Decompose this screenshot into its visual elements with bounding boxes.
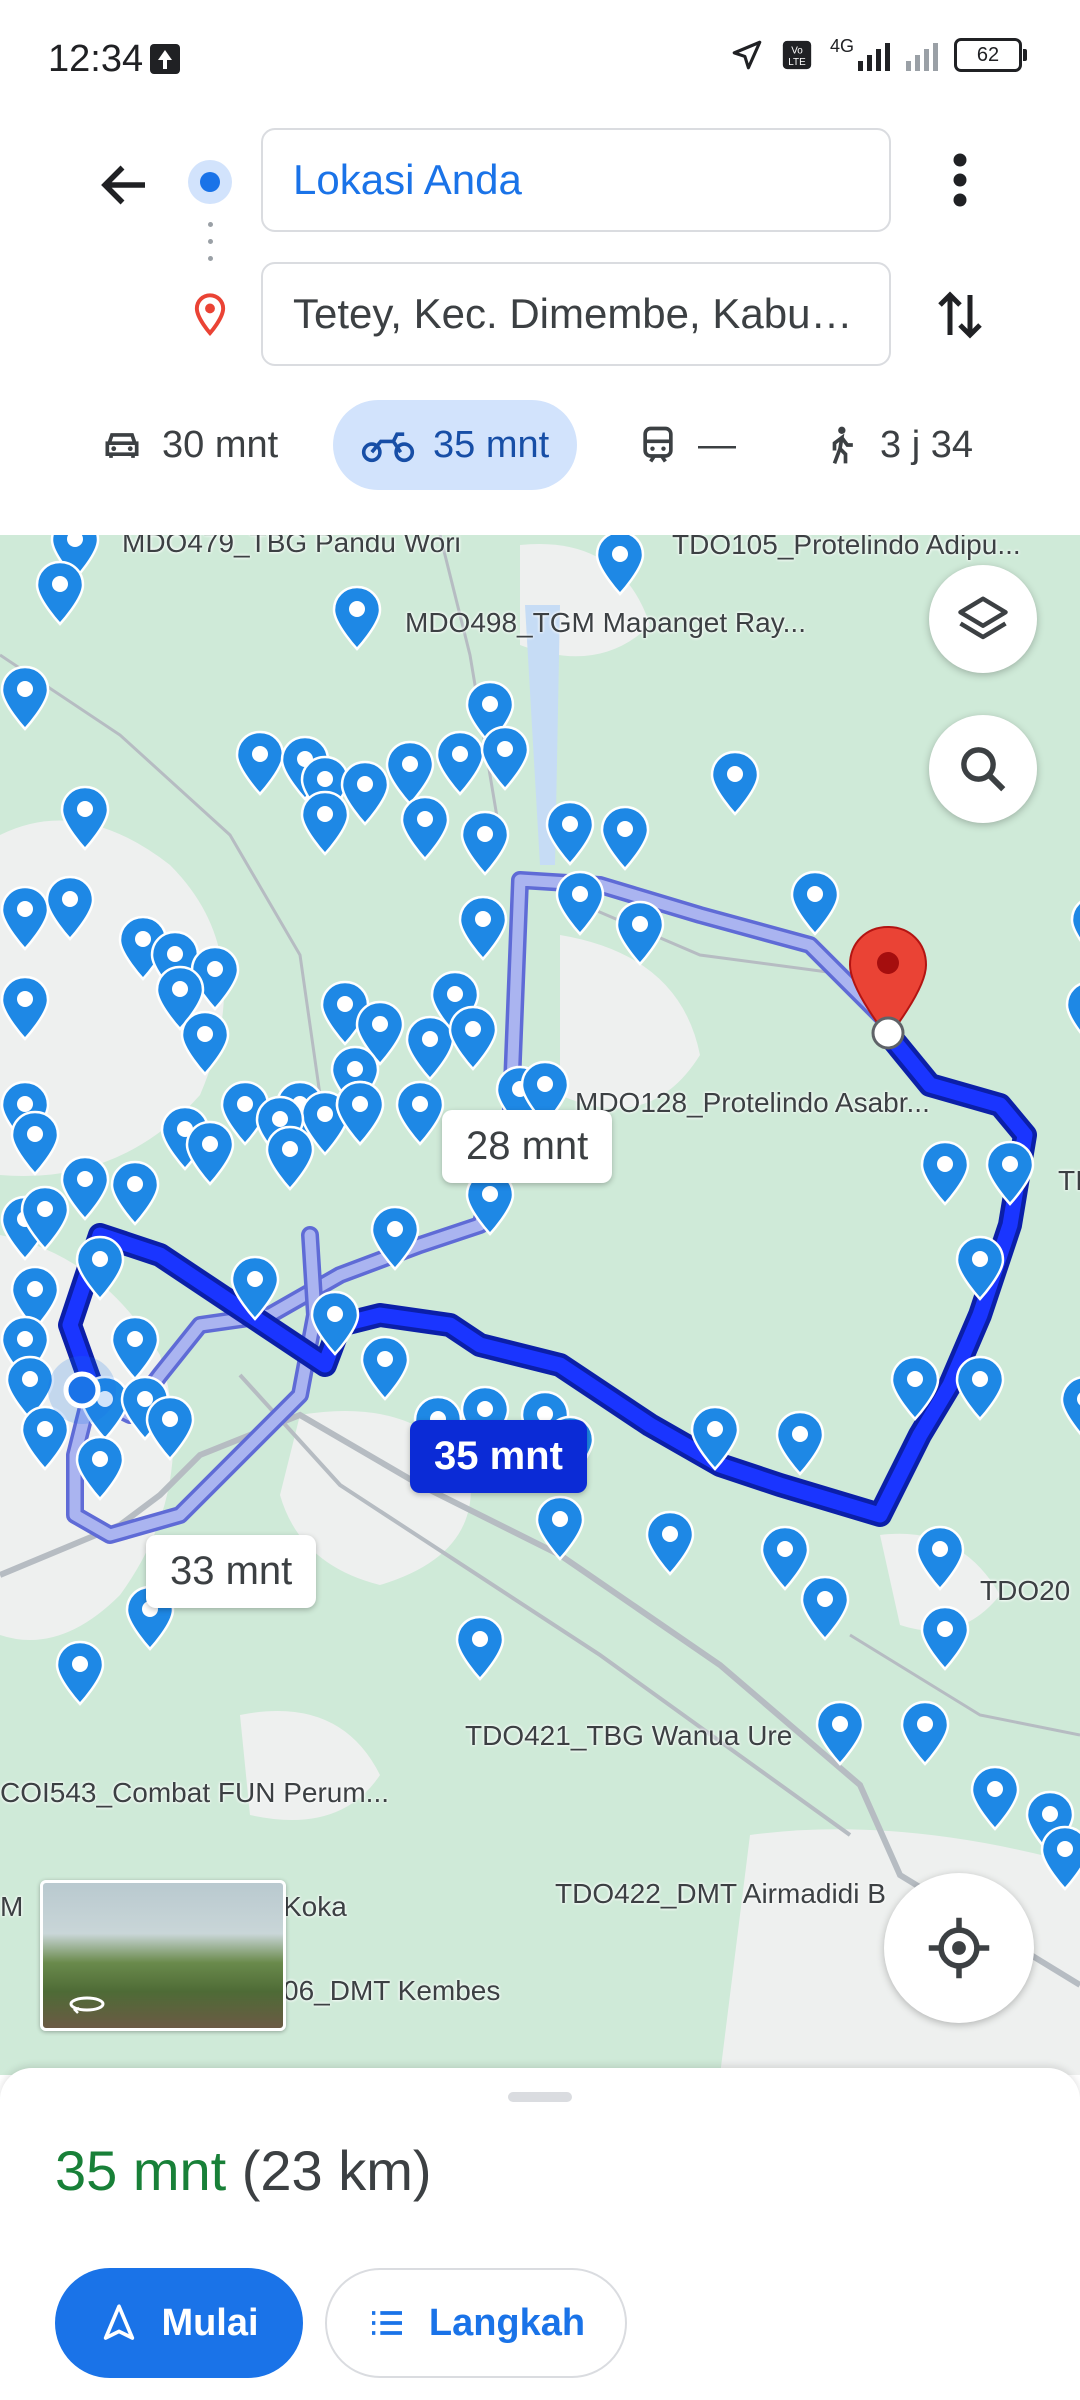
- layers-button[interactable]: [929, 565, 1037, 673]
- map-label: MDO498_TGM Mapanget Ray...: [405, 607, 806, 638]
- motorcycle-icon: [361, 432, 415, 463]
- map-label: M: [0, 1891, 24, 1922]
- list-icon: [371, 2311, 402, 2335]
- more-options-icon[interactable]: [935, 150, 985, 210]
- battery-icon: 62: [954, 38, 1027, 72]
- svg-text:Vo: Vo: [791, 46, 803, 57]
- selected-route-time-bubble[interactable]: 35 mnt: [410, 1420, 587, 1493]
- back-arrow-icon[interactable]: [95, 155, 155, 215]
- location-arrow-icon: [732, 40, 762, 70]
- mode-transit-time: —: [698, 423, 736, 466]
- status-time: 12:34: [48, 38, 144, 80]
- start-label: Mulai: [161, 2301, 259, 2344]
- mode-walk-time: 3 j 34: [880, 423, 973, 466]
- map-label: TDO105_Protelindo Adipu...: [672, 535, 1021, 560]
- car-icon: [105, 433, 139, 458]
- volte-icon: VoLTE: [782, 40, 812, 70]
- destination-field[interactable]: Tetey, Kec. Dimembe, Kabupaten Minahasa …: [261, 262, 891, 366]
- swap-icon[interactable]: [930, 285, 990, 345]
- map-view[interactable]: MDO479_TBG Pandu Wori TDO105_Protelindo …: [0, 535, 1080, 2075]
- current-location-dot: [63, 1371, 101, 1409]
- my-location-icon: [928, 1917, 990, 1979]
- mode-motorcycle[interactable]: 35 mnt: [333, 400, 578, 490]
- navigation-arrow-icon: [104, 2304, 135, 2340]
- upload-notification-icon: [150, 44, 180, 74]
- route-dots: [208, 222, 213, 273]
- alt-route-time-bubble[interactable]: 28 mnt: [442, 1110, 613, 1183]
- steps-label: Langkah: [428, 2301, 586, 2344]
- map-label: TDO422_DMT Airmadidi B: [555, 1878, 886, 1909]
- route-distance: (23 km): [241, 2139, 432, 2202]
- destination-pin-icon: [194, 293, 226, 337]
- travel-modes: 30 mnt 35 mnt — 3 j 34: [0, 400, 1080, 500]
- mode-transit[interactable]: —: [636, 400, 736, 490]
- map-label: TDO20: [980, 1575, 1071, 1606]
- map-label: Koka: [283, 1891, 347, 1922]
- train-icon: [643, 426, 673, 463]
- search-along-route-button[interactable]: [929, 715, 1037, 823]
- status-bar: 12:34 Vo LTE 4G 62: [0, 0, 1080, 110]
- origin-field[interactable]: Lokasi Anda: [261, 128, 891, 232]
- my-location-button[interactable]: [884, 1873, 1034, 2023]
- street-view-rotate-icon: [69, 1996, 105, 2014]
- origin-dot-icon: [188, 160, 232, 204]
- route-duration: 35 mnt: [55, 2139, 227, 2202]
- destination-marker: [848, 925, 928, 1050]
- sheet-drag-handle[interactable]: [508, 2092, 572, 2102]
- walk-icon: [832, 426, 853, 464]
- map-label: MDO128_Protelindo Asabr...: [575, 1087, 930, 1118]
- map-label: COI543_Combat FUN Perum...: [0, 1777, 390, 1808]
- layers-icon: [958, 596, 1008, 640]
- mode-walk[interactable]: 3 j 34: [818, 400, 973, 490]
- alt-route-time-bubble[interactable]: 33 mnt: [146, 1535, 317, 1608]
- signal-2-icon: [906, 39, 938, 71]
- map-label: TI: [1058, 1165, 1080, 1196]
- map-canvas: [0, 535, 1080, 2075]
- route-summary-sheet: 35 mnt (23 km) Mulai Langkah: [0, 2068, 1080, 2400]
- mode-motorcycle-time: 35 mnt: [433, 423, 550, 466]
- map-label: MDO479_TBG Pandu Wori: [122, 535, 461, 558]
- mode-car[interactable]: 30 mnt: [100, 400, 278, 490]
- search-icon: [961, 747, 1006, 792]
- status-icons: Vo LTE 4G 62: [730, 35, 1027, 72]
- signal-icon: [858, 39, 890, 71]
- start-navigation-button[interactable]: Mulai: [55, 2268, 303, 2378]
- mode-car-time: 30 mnt: [162, 423, 279, 466]
- street-view-thumbnail[interactable]: [40, 1880, 286, 2031]
- route-summary: 35 mnt (23 km): [55, 2138, 432, 2203]
- steps-button[interactable]: Langkah: [325, 2268, 627, 2378]
- network-type: 4G: [829, 35, 854, 56]
- map-label: TDO421_TBG Wanua Ure: [465, 1720, 793, 1751]
- svg-text:LTE: LTE: [788, 57, 806, 68]
- map-label: 06_DMT Kembes: [283, 1975, 501, 2006]
